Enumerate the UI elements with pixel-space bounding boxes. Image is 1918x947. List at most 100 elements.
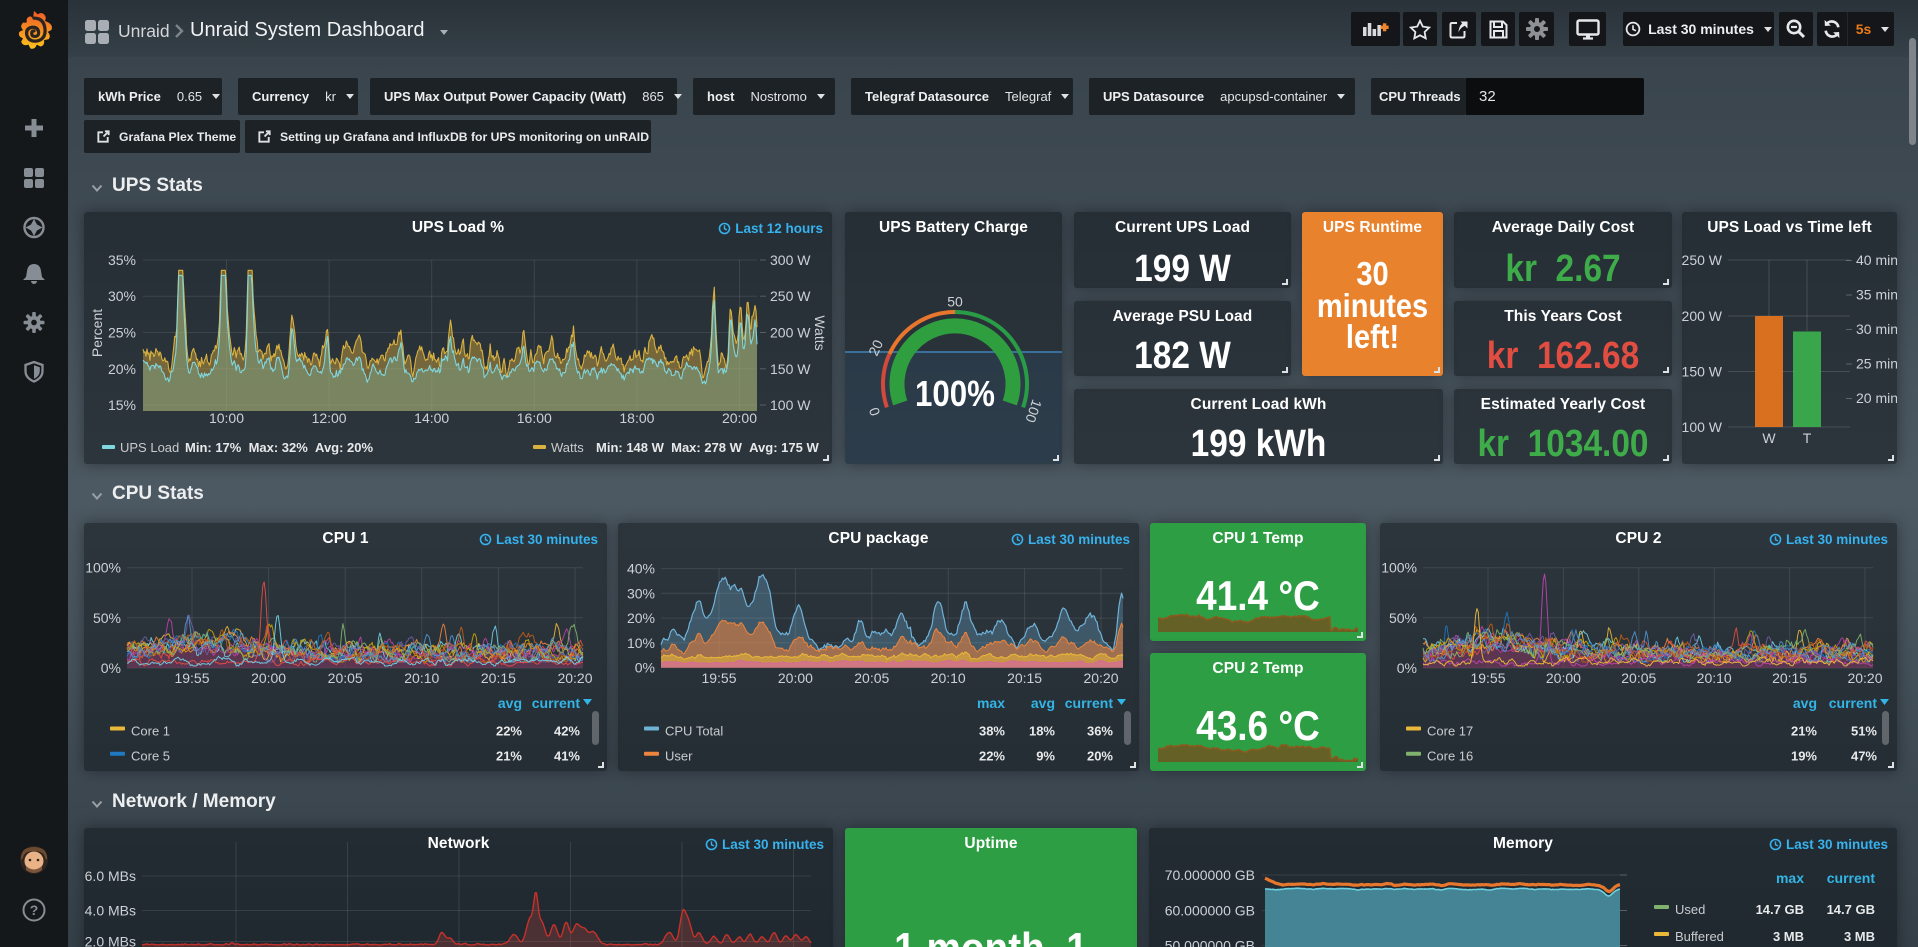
svg-text:19:55: 19:55 — [174, 670, 209, 686]
svg-text:40 min: 40 min — [1856, 252, 1897, 268]
svg-text:Min: 148 W Max: 278 W Avg: 1: Min: 148 W Max: 278 W Avg: 175 W — [596, 440, 819, 455]
svg-text:20:10: 20:10 — [1697, 670, 1732, 686]
svg-text:20:00: 20:00 — [251, 670, 286, 686]
svg-text:19:55: 19:55 — [701, 670, 736, 686]
svg-text:current: current — [1065, 695, 1114, 711]
svg-text:T: T — [1803, 430, 1812, 446]
svg-text:4.0 MBs: 4.0 MBs — [85, 903, 136, 919]
svg-text:6.0 MBs: 6.0 MBs — [85, 868, 136, 884]
svg-text:60.000000 GB: 60.000000 GB — [1165, 903, 1255, 919]
svg-text:20:10: 20:10 — [931, 670, 966, 686]
svg-text:50%: 50% — [1389, 610, 1417, 626]
svg-text:9%: 9% — [1036, 749, 1055, 764]
svg-text:300 W: 300 W — [770, 252, 811, 268]
svg-text:0%: 0% — [635, 660, 655, 676]
svg-text:3 MB: 3 MB — [1844, 929, 1875, 944]
svg-text:20:20: 20:20 — [1083, 670, 1118, 686]
svg-text:70.000000 GB: 70.000000 GB — [1165, 867, 1255, 883]
svg-text:12:00: 12:00 — [312, 410, 347, 426]
svg-text:current: current — [1829, 695, 1878, 711]
svg-text:avg: avg — [1793, 695, 1817, 711]
svg-text:Used: Used — [1675, 902, 1705, 917]
svg-text:W: W — [1762, 430, 1776, 446]
svg-text:100%: 100% — [85, 560, 121, 576]
svg-text:25 min: 25 min — [1856, 356, 1897, 372]
svg-text:18:00: 18:00 — [619, 410, 654, 426]
svg-text:50: 50 — [947, 294, 963, 310]
svg-text:Min: 17% Max: 32% Avg: 20%: Min: 17% Max: 32% Avg: 20% — [185, 440, 374, 455]
svg-text:current: current — [1827, 870, 1876, 886]
svg-text:3 MB: 3 MB — [1773, 929, 1804, 944]
svg-text:21%: 21% — [1791, 724, 1817, 739]
svg-text:20:10: 20:10 — [404, 670, 439, 686]
svg-text:150 W: 150 W — [770, 361, 811, 377]
svg-text:10%: 10% — [627, 635, 655, 651]
svg-text:Core 1: Core 1 — [131, 724, 170, 739]
svg-text:avg: avg — [1031, 695, 1055, 711]
svg-text:20:05: 20:05 — [1621, 670, 1656, 686]
svg-text:20%: 20% — [108, 361, 136, 377]
svg-text:0%: 0% — [101, 660, 121, 676]
svg-text:CPU Total: CPU Total — [665, 724, 723, 739]
svg-text:30%: 30% — [108, 288, 136, 304]
svg-text:?: ? — [30, 902, 39, 918]
svg-text:19%: 19% — [1791, 749, 1817, 764]
svg-text:max: max — [1776, 870, 1804, 886]
svg-text:250 W: 250 W — [1682, 252, 1723, 268]
svg-text:21%: 21% — [496, 749, 522, 764]
svg-text:UPS Load: UPS Load — [120, 440, 179, 455]
svg-text:19:55: 19:55 — [1470, 670, 1505, 686]
svg-text:20:15: 20:15 — [481, 670, 516, 686]
svg-text:100%: 100% — [915, 373, 995, 414]
svg-text:50%: 50% — [93, 610, 121, 626]
svg-text:Watts: Watts — [551, 440, 584, 455]
svg-text:20:00: 20:00 — [778, 670, 813, 686]
svg-text:47%: 47% — [1851, 749, 1877, 764]
svg-text:18%: 18% — [1029, 724, 1055, 739]
svg-text:25%: 25% — [108, 325, 136, 341]
svg-text:20:20: 20:20 — [557, 670, 592, 686]
svg-text:14.7 GB: 14.7 GB — [1827, 902, 1875, 917]
svg-text:100 W: 100 W — [770, 397, 811, 413]
svg-text:2.0 MBs: 2.0 MBs — [85, 934, 136, 947]
svg-text:20:00: 20:00 — [1546, 670, 1581, 686]
svg-text:Percent: Percent — [89, 309, 105, 357]
svg-text:50.000000 GB: 50.000000 GB — [1165, 938, 1255, 947]
svg-text:20:20: 20:20 — [1847, 670, 1882, 686]
svg-text:30%: 30% — [627, 585, 655, 601]
svg-text:20:05: 20:05 — [854, 670, 889, 686]
svg-text:36%: 36% — [1087, 724, 1113, 739]
svg-text:20 min: 20 min — [1856, 390, 1897, 406]
svg-text:20:05: 20:05 — [328, 670, 363, 686]
svg-text:150 W: 150 W — [1682, 364, 1723, 380]
svg-text:22%: 22% — [496, 724, 522, 739]
svg-text:100 W: 100 W — [1682, 419, 1723, 435]
svg-text:200 W: 200 W — [1682, 308, 1723, 324]
svg-text:10:00: 10:00 — [209, 410, 244, 426]
svg-text:35%: 35% — [108, 252, 136, 268]
svg-text:Core 17: Core 17 — [1427, 724, 1473, 739]
svg-text:51%: 51% — [1851, 724, 1877, 739]
svg-text:30 min: 30 min — [1856, 321, 1897, 337]
svg-text:16:00: 16:00 — [517, 410, 552, 426]
svg-text:40%: 40% — [627, 561, 655, 577]
svg-text:0%: 0% — [1397, 660, 1417, 676]
svg-text:20:00: 20:00 — [722, 410, 757, 426]
svg-text:35 min: 35 min — [1856, 287, 1897, 303]
svg-text:Buffered: Buffered — [1675, 929, 1724, 944]
svg-text:100%: 100% — [1381, 560, 1417, 576]
svg-text:22%: 22% — [979, 749, 1005, 764]
svg-text:Core 5: Core 5 — [131, 749, 170, 764]
svg-text:Core 16: Core 16 — [1427, 749, 1473, 764]
svg-text:20:15: 20:15 — [1007, 670, 1042, 686]
svg-text:max: max — [977, 695, 1005, 711]
svg-text:20%: 20% — [1087, 749, 1113, 764]
svg-text:42%: 42% — [554, 724, 580, 739]
svg-text:200 W: 200 W — [770, 325, 811, 341]
svg-text:avg: avg — [498, 695, 522, 711]
svg-text:250 W: 250 W — [770, 288, 811, 304]
svg-text:14:00: 14:00 — [414, 410, 449, 426]
svg-text:15%: 15% — [108, 397, 136, 413]
svg-text:User: User — [665, 749, 693, 764]
svg-text:38%: 38% — [979, 724, 1005, 739]
